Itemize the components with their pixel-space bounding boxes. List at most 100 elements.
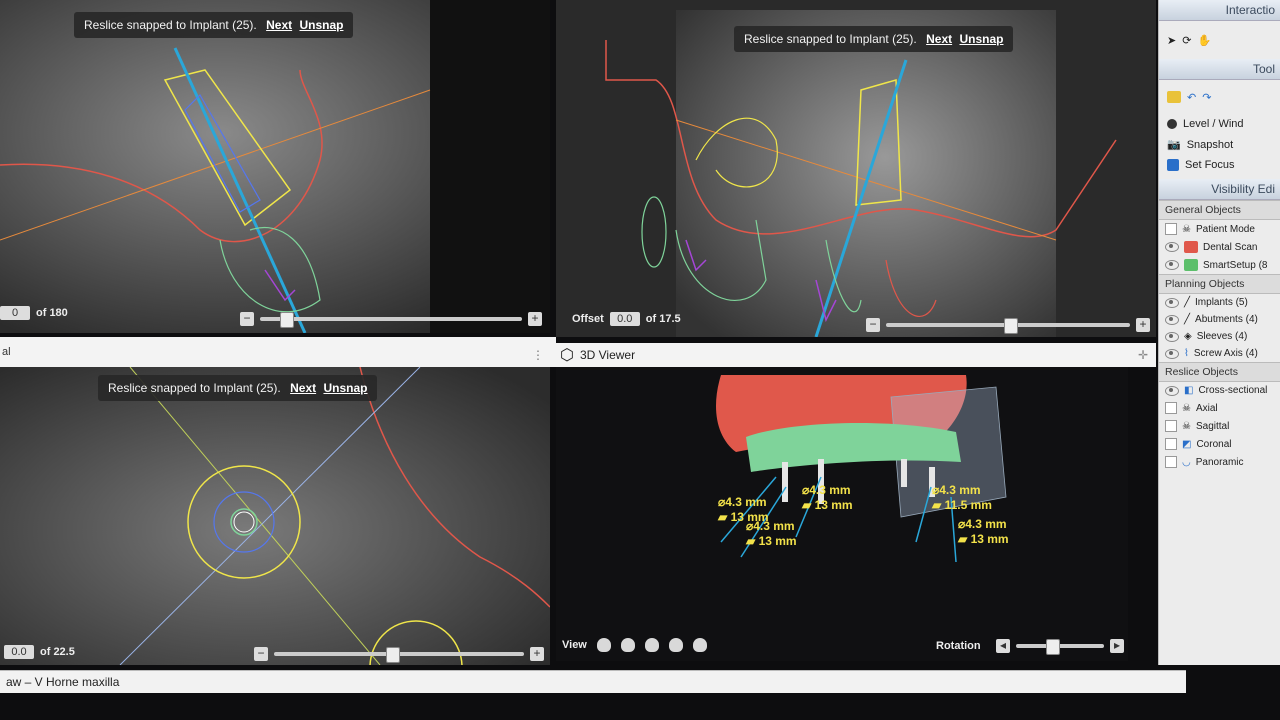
cube-icon: ⬡ [560, 347, 574, 364]
window-title: aw – V Horne maxilla [6, 675, 120, 689]
viewer-3d-title: 3D Viewer [579, 348, 636, 362]
vis-cross-sectional[interactable]: ◧ Cross-sectional [1159, 382, 1280, 399]
slider-thumb[interactable] [386, 647, 400, 663]
vis-patient-model[interactable]: ☠ Patient Mode [1159, 220, 1280, 238]
checkbox[interactable] [1165, 456, 1177, 468]
checkbox[interactable] [1165, 223, 1177, 235]
dental-scan-icon [1184, 241, 1198, 253]
minus-icon[interactable]: − [866, 318, 880, 332]
eye-icon[interactable] [1165, 260, 1179, 270]
hand-icon[interactable]: ✋ [1197, 34, 1211, 47]
skull-icon: ☠ [1182, 223, 1191, 235]
smartsetup-icon [1184, 259, 1198, 271]
redo-icon[interactable]: ↷ [1202, 91, 1211, 104]
unsnap-link[interactable]: Unsnap [299, 18, 343, 32]
vis-sleeves[interactable]: ◈ Sleeves (4) [1159, 328, 1280, 345]
undo-icon[interactable]: ↶ [1187, 91, 1196, 104]
skull-left-icon[interactable] [620, 638, 635, 652]
reslice-toast: Reslice snapped to Implant (25). Next Un… [74, 12, 354, 38]
coronal-icon: ◩ [1182, 438, 1192, 450]
implant-measurement: ⌀4.3 mm ▰ 11.5 mm [932, 483, 992, 512]
general-objects-header: General Objects [1159, 200, 1280, 220]
eye-icon[interactable] [1165, 331, 1179, 342]
slice-input[interactable]: 0 [0, 306, 30, 320]
next-link[interactable]: Next [266, 18, 292, 32]
checkbox[interactable] [1165, 438, 1177, 450]
camera-icon: 📷 [1167, 139, 1181, 151]
view-bar: View [562, 638, 707, 652]
implant-measurement: ⌀4.3 mm ▰ 13 mm [746, 519, 797, 548]
eye-icon[interactable] [1165, 348, 1179, 359]
implant-icon: ╱ [1184, 297, 1191, 308]
next-link[interactable]: Next [290, 381, 316, 395]
rotate-right-icon[interactable]: ▸ [1110, 639, 1124, 653]
level-window-button[interactable]: Level / Wind [1159, 114, 1280, 134]
vis-smartsetup[interactable]: SmartSetup (8 [1159, 256, 1280, 274]
right-sidebar: Interactio ➤ ⟳ ✋ Tool ↶ ↷ Level / Wind 📷… [1158, 0, 1280, 665]
sagittal-icon: ☠ [1182, 420, 1191, 432]
vis-axial[interactable]: ☠ Axial [1159, 399, 1280, 417]
abutment-icon: ╱ [1184, 314, 1191, 325]
plus-icon[interactable]: + [528, 312, 542, 326]
scan-image [0, 0, 550, 333]
offset-slider[interactable]: − + [866, 316, 1150, 334]
slice-input[interactable]: 0.0 [4, 645, 34, 659]
vis-implants[interactable]: ╱ Implants (5) [1159, 294, 1280, 311]
focus-icon [1167, 159, 1179, 171]
vis-panoramic[interactable]: ◡ Panoramic [1159, 453, 1280, 471]
reslice-objects-header: Reslice Objects [1159, 362, 1280, 382]
checkbox[interactable] [1165, 420, 1177, 432]
rotate-icon[interactable]: ⟳ [1182, 34, 1191, 47]
unsnap-link[interactable]: Unsnap [959, 32, 1003, 46]
eye-icon[interactable] [1165, 385, 1179, 396]
vis-coronal[interactable]: ◩ Coronal [1159, 435, 1280, 453]
vis-dental-scan[interactable]: Dental Scan [1159, 238, 1280, 256]
more-options-icon[interactable]: ⋮ [532, 348, 544, 362]
eye-icon[interactable] [1165, 297, 1179, 308]
skull-front-icon[interactable] [596, 638, 611, 652]
slice-slider[interactable]: − + [240, 310, 542, 328]
set-focus-button[interactable]: Set Focus [1159, 155, 1280, 175]
crosshair-icon[interactable]: ✛ [1138, 348, 1148, 362]
offset-input[interactable]: 0.0 [609, 312, 640, 326]
slice-footer: 0.0 of 22.5 [4, 645, 75, 659]
visibility-header: Visibility Edi [1159, 179, 1280, 200]
slice-footer: 0 of 180 [0, 306, 68, 320]
slider-thumb[interactable] [1046, 639, 1060, 655]
minus-icon[interactable]: − [254, 647, 268, 661]
snapshot-button[interactable]: 📷 Snapshot [1159, 134, 1280, 155]
tooth-icon[interactable] [1167, 91, 1181, 103]
pointer-icon[interactable]: ➤ [1167, 34, 1176, 47]
planning-objects-header: Planning Objects [1159, 274, 1280, 294]
interaction-tools: ➤ ⟳ ✋ [1159, 21, 1280, 59]
rotate-left-icon[interactable]: ◂ [996, 639, 1010, 653]
slider-thumb[interactable] [1004, 318, 1018, 334]
reslice-toast: Reslice snapped to Implant (25). Next Un… [98, 375, 378, 401]
axial-view-bottom-left[interactable]: Reslice snapped to Implant (25). Next Un… [0, 367, 550, 665]
reslice-toast: Reslice snapped to Implant (25). Next Un… [734, 26, 1014, 52]
panel-title: al [2, 346, 11, 358]
unsnap-link[interactable]: Unsnap [323, 381, 367, 395]
eye-icon[interactable] [1165, 314, 1179, 325]
vis-screw-axis[interactable]: ⌇ Screw Axis (4) [1159, 345, 1280, 362]
eye-icon[interactable] [1165, 242, 1179, 252]
scan-image [0, 367, 550, 665]
slider-thumb[interactable] [280, 312, 294, 328]
next-link[interactable]: Next [926, 32, 952, 46]
implant-measurement: ⌀4.3 mm ▰ 13 mm [802, 483, 853, 512]
panoramic-view-top-right[interactable]: Reslice snapped to Implant (25). Next Un… [556, 0, 1156, 337]
skull-right-icon[interactable] [644, 638, 659, 652]
vis-abutments[interactable]: ╱ Abutments (4) [1159, 311, 1280, 328]
tools-row: ↶ ↷ [1159, 80, 1280, 114]
minus-icon[interactable]: − [240, 312, 254, 326]
plus-icon[interactable]: + [530, 647, 544, 661]
skull-bottom-icon[interactable] [692, 638, 707, 652]
plus-icon[interactable]: + [1136, 318, 1150, 332]
checkbox[interactable] [1165, 402, 1177, 414]
vis-sagittal[interactable]: ☠ Sagittal [1159, 417, 1280, 435]
slice-slider[interactable]: − + [254, 645, 544, 663]
cross-section-view-top-left[interactable]: Reslice snapped to Implant (25). Next Un… [0, 0, 550, 333]
skull-top-icon[interactable] [668, 638, 683, 652]
rotation-slider[interactable]: ◂ ▸ [996, 637, 1124, 655]
viewer-3d[interactable]: ⌀4.3 mm ▰ 13 mm ⌀4.3 mm ▰ 13 mm ⌀4.3 mm … [556, 367, 1128, 661]
